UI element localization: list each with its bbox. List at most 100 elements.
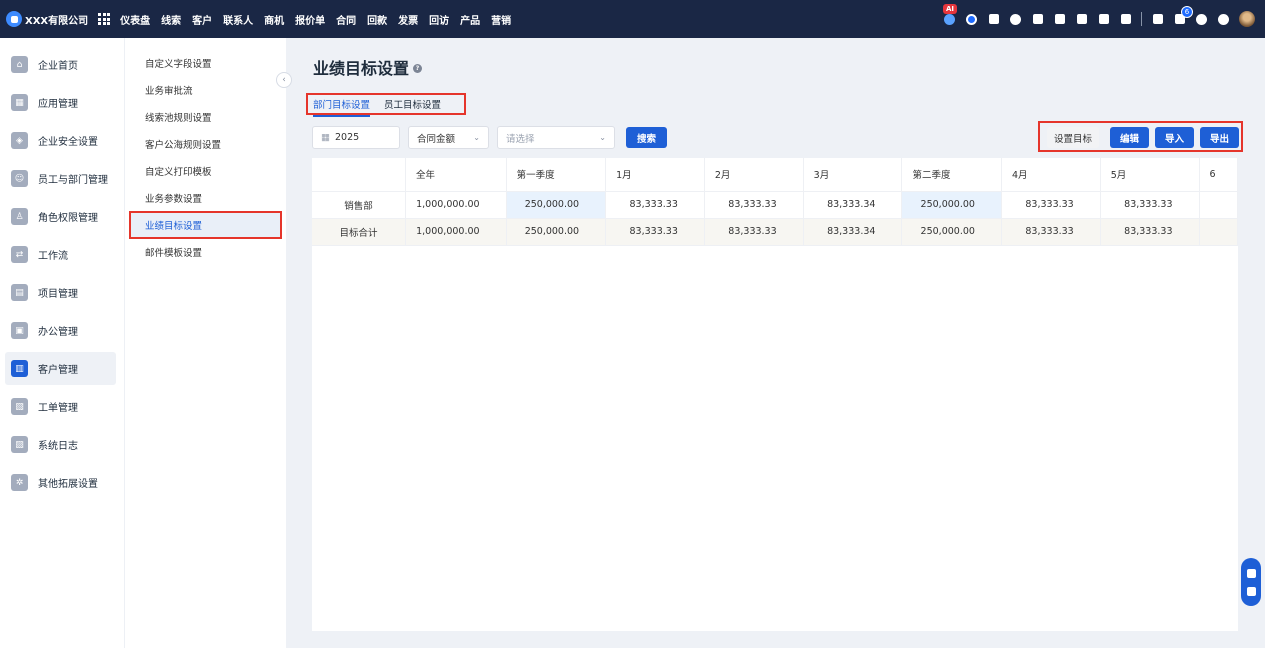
top-navbar: XXX有限公司 仪表盘 线索 客户 联系人 商机 报价单 合同 回款 发票 回访 产品 营销 AI 6 [0, 0, 1265, 38]
edit-button[interactable]: 编辑 [1109, 127, 1149, 148]
gear-icon[interactable] [1217, 13, 1230, 26]
role-icon: ♙ [11, 208, 28, 225]
nav-item[interactable]: 合同 [336, 12, 356, 27]
sidebar-item[interactable]: ♙ 角色权限管理 [5, 200, 116, 233]
sidebar-item-label: 工作流 [38, 251, 68, 262]
column-header: 第二季度 [901, 158, 1002, 192]
table-cell: 83,333.34 [803, 191, 903, 219]
ai-badge: AI [943, 3, 958, 14]
sidebar-item-label: 员工与部门管理 [38, 175, 108, 186]
filter-bar: ▦ 2025 合同金额 ⌄ 请选择 ⌄ 搜索 [312, 126, 668, 149]
nav-item[interactable]: 商机 [264, 12, 284, 27]
search-button[interactable]: 搜索 [626, 127, 668, 148]
target-table: 全年 第一季度 1月 2月 3月 第二季度 4月 5月 6 销售部 1,000,000.00 250… [312, 158, 1238, 246]
sidebar-item[interactable]: ▦ 应用管理 [5, 86, 116, 119]
set-target-button[interactable]: 设置目标 [1046, 127, 1099, 148]
table-cell: 83,333.34 [803, 218, 903, 246]
table-cell: 83,333.33 [1100, 218, 1200, 246]
submenu-item[interactable]: 邮件模板设置 [131, 240, 281, 264]
help-icon[interactable]: ? [413, 64, 423, 73]
submenu-item[interactable]: 业绩目标设置 [131, 213, 281, 237]
sidebar-item-label: 企业安全设置 [38, 137, 98, 148]
table-cell [1199, 218, 1238, 246]
page-title-text: 业绩目标设置 [313, 59, 410, 78]
nav-item[interactable]: 联系人 [223, 12, 253, 27]
sidebar-item[interactable]: ▥ 客户管理 [5, 352, 116, 385]
tab[interactable]: 部门目标设置 [313, 97, 371, 117]
sidebar-item-label: 办公管理 [38, 327, 78, 338]
submenu-item[interactable]: 业务参数设置 [131, 186, 281, 210]
amount-type-select[interactable]: 合同金额 ⌄ [408, 126, 489, 149]
sidebar-item[interactable]: ▤ 项目管理 [5, 276, 116, 309]
collapse-chevron-left-icon[interactable]: ‹ [276, 72, 292, 88]
submenu-item[interactable]: 客户公海规则设置 [131, 132, 281, 156]
table-cell: 250,000.00 [901, 218, 1002, 246]
nav-item[interactable]: 线索 [161, 12, 181, 27]
table-cell: 83,333.33 [704, 218, 804, 246]
help-icon[interactable] [1195, 13, 1208, 26]
chat-icon[interactable] [965, 13, 978, 26]
submenu-item[interactable]: 业务审批流 [131, 78, 281, 102]
table-cell: 83,333.33 [605, 218, 705, 246]
contact-icon[interactable] [1053, 13, 1066, 26]
document-icon[interactable] [1075, 13, 1088, 26]
submenu-item[interactable]: 自定义字段设置 [131, 51, 281, 75]
nav-item[interactable]: 营销 [491, 12, 511, 27]
submenu-item[interactable]: 自定义打印模板 [131, 159, 281, 183]
nav-item[interactable]: 产品 [460, 12, 480, 27]
phone-icon[interactable] [1097, 13, 1110, 26]
log-icon: ▨ [11, 436, 28, 453]
tab[interactable]: 员工目标设置 [384, 97, 441, 117]
apps-grid-icon[interactable] [98, 13, 111, 25]
sidebar-item[interactable]: ⇄ 工作流 [5, 238, 116, 271]
floating-toolbar[interactable] [1241, 558, 1261, 606]
sidebar-item-label: 其他拓展设置 [38, 479, 98, 490]
sidebar-item[interactable]: ☺ 员工与部门管理 [5, 162, 116, 195]
year-picker[interactable]: ▦ 2025 [312, 126, 400, 149]
table-cell: 83,333.33 [605, 191, 705, 219]
target-table-card: 全年 第一季度 1月 2月 3月 第二季度 4月 5月 6 销售部 1,000,000.00 250… [312, 158, 1238, 631]
nav-item[interactable]: 发票 [398, 12, 418, 27]
column-header: 2月 [704, 158, 804, 192]
nav-item[interactable]: 客户 [192, 12, 212, 27]
avatar[interactable] [1239, 11, 1255, 27]
nav-item[interactable]: 回款 [367, 12, 387, 27]
nav-item[interactable]: 报价单 [295, 12, 325, 27]
amount-type-value: 合同金额 [417, 133, 456, 145]
table-cell [1199, 191, 1238, 219]
bell-icon[interactable]: 6 [1173, 5, 1193, 26]
calendar-icon[interactable] [1119, 13, 1132, 26]
submenu-item[interactable]: 线索池规则设置 [131, 105, 281, 129]
column-header: 6 [1199, 158, 1238, 192]
sidebar-item[interactable]: ▧ 工单管理 [5, 390, 116, 423]
sidebar-item[interactable]: ◈ 企业安全设置 [5, 124, 116, 157]
sidebar-item[interactable]: ✲ 其他拓展设置 [5, 466, 116, 499]
sidebar-item[interactable]: ⌂ 企业首页 [5, 48, 116, 81]
table-cell: 83,333.33 [704, 191, 804, 219]
note-icon[interactable] [1246, 586, 1256, 596]
import-button[interactable]: 导入 [1154, 127, 1194, 148]
apps-icon: ▦ [11, 94, 28, 111]
nav-item[interactable]: 回访 [429, 12, 449, 27]
target-select[interactable]: 请选择 ⌄ [497, 126, 615, 149]
column-header: 4月 [1001, 158, 1101, 192]
sidebar-item[interactable]: ▨ 系统日志 [5, 428, 116, 461]
chevron-down-icon: ⌄ [599, 133, 606, 142]
divider [1141, 12, 1142, 26]
task-icon[interactable] [1151, 13, 1164, 26]
ai-robot-icon[interactable]: AI [943, 3, 958, 26]
sidebar-item[interactable]: ▣ 办公管理 [5, 314, 116, 347]
message-icon[interactable] [987, 13, 1000, 26]
tool-icon[interactable] [1246, 568, 1256, 578]
brand[interactable]: XXX有限公司 [6, 11, 88, 27]
tabs: 部门目标设置 员工目标设置 [313, 97, 455, 117]
export-button[interactable]: 导出 [1199, 127, 1239, 148]
table-cell: 250,000.00 [901, 191, 1002, 219]
globe-icon[interactable] [1009, 13, 1022, 26]
table-cell: 250,000.00 [506, 218, 607, 246]
settings-submenu: 自定义字段设置 业务审批流线索池规则设置 客户公海规则设置 自定义打印模板 业务参数设置… [124, 38, 286, 648]
ticket-icon: ▧ [11, 398, 28, 415]
sidebar-item-label: 角色权限管理 [38, 213, 98, 224]
mail-icon[interactable] [1031, 13, 1044, 26]
nav-item[interactable]: 仪表盘 [120, 12, 150, 27]
